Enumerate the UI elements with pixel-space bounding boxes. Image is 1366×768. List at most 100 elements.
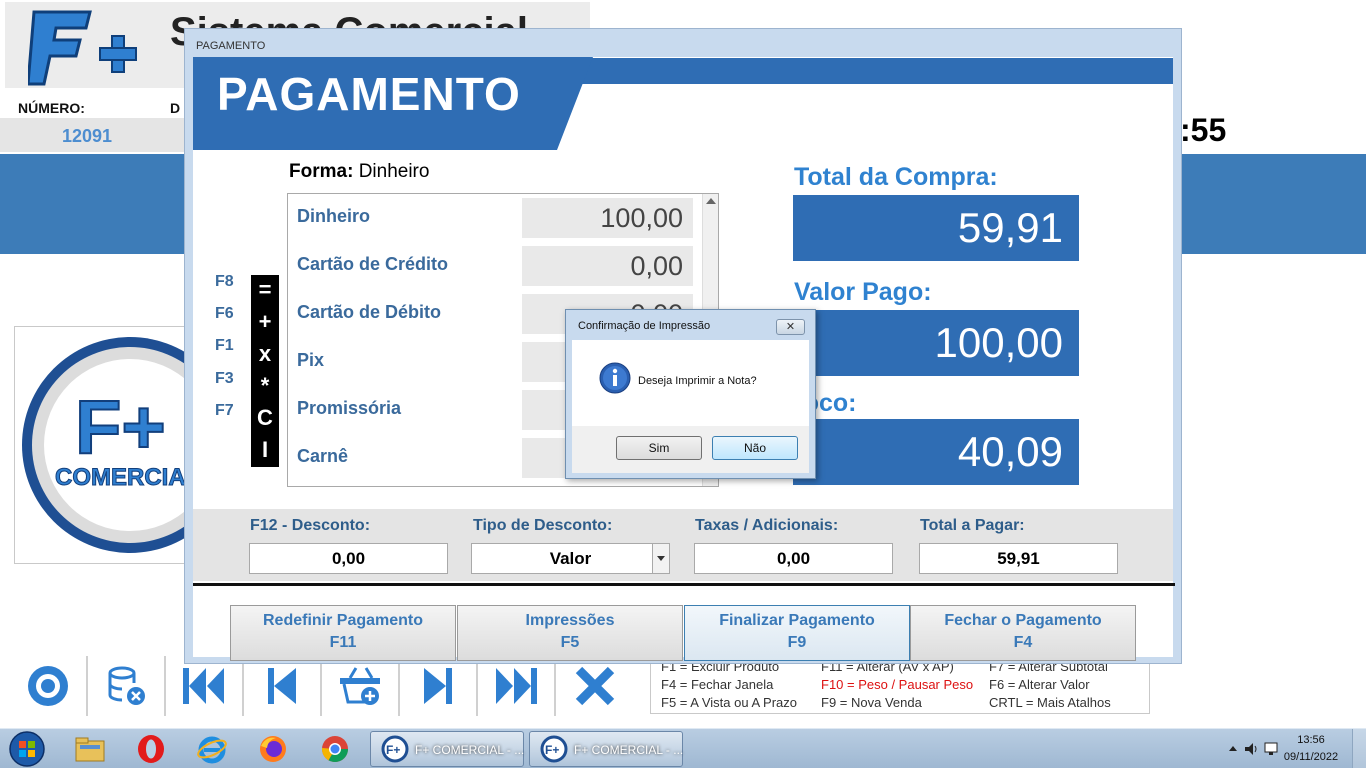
impressoes-button[interactable]: Impressões F5: [457, 605, 683, 661]
fkey-label: F1: [215, 337, 234, 354]
show-desktop-button[interactable]: [1352, 729, 1366, 768]
button-label: Redefinir Pagamento: [262, 612, 424, 629]
previous-icon: [268, 668, 296, 704]
operator-symbol: +: [258, 309, 272, 334]
firefox-pin[interactable]: [245, 731, 301, 767]
chevron-down-icon[interactable]: [652, 544, 669, 573]
numero-label: NÚMERO:: [18, 100, 85, 116]
fkey-label: F3: [215, 370, 234, 387]
window-titlebar[interactable]: PAGAMENTO: [185, 29, 1181, 57]
svg-text:F+: F+: [386, 743, 400, 757]
opera-icon: [138, 735, 164, 763]
total-pagar-label: Total a Pagar:: [920, 517, 1025, 534]
bottom-toolbar: [10, 656, 640, 716]
app-logo: [28, 10, 137, 86]
folder-icon: [75, 737, 105, 762]
button-label: Finalizar Pagamento: [719, 612, 875, 629]
tray-expand-icon[interactable]: [1228, 744, 1238, 754]
no-button[interactable]: Não: [712, 436, 798, 460]
method-label: Pix: [297, 350, 325, 370]
valor-pago-label: Valor Pago:: [794, 278, 932, 306]
yes-button[interactable]: Sim: [616, 436, 702, 460]
total-compra-label: Total da Compra:: [794, 163, 998, 191]
chrome-pin[interactable]: [307, 731, 363, 767]
record-button[interactable]: [10, 656, 88, 716]
next-record-button[interactable]: [400, 656, 478, 716]
method-row-dinheiro[interactable]: Dinheiro 100,00: [288, 194, 702, 242]
button-label: Fechar o Pagamento: [944, 612, 1102, 629]
redefinir-pagamento-button[interactable]: Redefinir Pagamento F11: [230, 605, 456, 661]
button-shortcut: F4: [1013, 634, 1033, 651]
shortcut-text: CRTL = Mais Atalhos: [989, 695, 1111, 710]
chrome-icon: [321, 736, 349, 763]
total-pagar-value: 59,91: [919, 543, 1118, 574]
forma-label: Forma:: [289, 161, 354, 182]
banner-title: PAGAMENTO: [217, 68, 521, 120]
divider: [193, 583, 1175, 586]
dialog-body: Deseja Imprimir a Nota?: [572, 340, 809, 426]
tipo-desconto-select[interactable]: Valor: [471, 543, 670, 574]
fechar-pagamento-button[interactable]: Fechar o Pagamento F4: [910, 605, 1136, 661]
volume-icon[interactable]: [1244, 741, 1260, 757]
total-compra-value: 59,91: [793, 195, 1079, 261]
basket-add-icon: [340, 667, 380, 705]
numero-value: 12091: [62, 126, 113, 146]
add-to-basket-button[interactable]: [322, 656, 400, 716]
tray-time[interactable]: 13:56: [1280, 734, 1342, 746]
method-label: Cartão de Débito: [297, 302, 442, 322]
tipo-desconto-label: Tipo de Desconto:: [473, 517, 613, 534]
button-shortcut: F9: [787, 634, 807, 651]
internet-explorer-icon: [197, 736, 227, 764]
info-icon: [599, 362, 631, 394]
ie-pin[interactable]: [184, 731, 240, 767]
next-icon: [424, 668, 452, 704]
network-icon[interactable]: [1264, 741, 1278, 757]
method-label: Carnê: [297, 446, 349, 466]
taxas-input[interactable]: 0,00: [694, 543, 893, 574]
dialog-close-button[interactable]: ✕: [776, 319, 805, 335]
firefox-icon: [260, 736, 286, 762]
forma-value: Dinheiro: [358, 161, 430, 182]
shortcut-text: F5 = A Vista ou A Prazo: [661, 695, 797, 710]
dialog-title: Confirmação de Impressão: [578, 320, 711, 332]
operator-symbol: I: [261, 437, 269, 462]
svg-text:F+: F+: [545, 743, 559, 757]
taskbar-app-button[interactable]: F+ F+ COMERCIAL - ...: [529, 731, 683, 767]
fplus-circle-logo: F+ COMERCIAL: [22, 337, 194, 553]
close-icon: ✕: [785, 321, 796, 333]
method-row-credito[interactable]: Cartão de Crédito 0,00: [288, 242, 702, 290]
operator-symbol-bar: = + x * C I: [251, 275, 279, 467]
scroll-up-arrow-icon[interactable]: [706, 198, 716, 204]
shortcut-text: F10 = Peso / Pausar Peso: [821, 677, 974, 692]
first-record-button[interactable]: [166, 656, 244, 716]
taskbar-app-button[interactable]: F+ F+ COMERCIAL - ...: [370, 731, 524, 767]
shortcut-text: F9 = Nova Venda: [821, 695, 922, 710]
fkey-label: F8: [215, 273, 234, 290]
dialog-footer: Sim Não: [572, 426, 809, 473]
finalizar-pagamento-button[interactable]: Finalizar Pagamento F9: [684, 605, 910, 661]
shortcut-text: F4 = Fechar Janela: [661, 677, 774, 692]
method-value-input[interactable]: 100,00: [522, 198, 693, 238]
fkey-label: F6: [215, 305, 234, 322]
explorer-pin[interactable]: [62, 731, 118, 767]
window-title: PAGAMENTO: [196, 40, 266, 52]
opera-pin[interactable]: [123, 731, 179, 767]
desconto-input[interactable]: 0,00: [249, 543, 448, 574]
cancel-button[interactable]: [556, 656, 634, 716]
tray-date[interactable]: 09/11/2022: [1280, 751, 1342, 763]
svg-text:COMERCIAL: COMERCIAL: [55, 464, 194, 491]
method-label: Dinheiro: [297, 206, 371, 226]
database-button[interactable]: [88, 656, 166, 716]
dialog-message: Deseja Imprimir a Nota?: [638, 375, 757, 387]
last-record-button[interactable]: [478, 656, 556, 716]
data-label: D: [170, 100, 181, 116]
forma-line: Forma: Dinheiro: [289, 161, 429, 183]
start-button[interactable]: [4, 730, 50, 768]
method-value-input[interactable]: 0,00: [522, 246, 693, 286]
desconto-label: F12 - Desconto:: [250, 517, 371, 534]
previous-record-button[interactable]: [244, 656, 322, 716]
operator-symbol: x: [258, 341, 272, 366]
valor-pago-value: 100,00: [793, 310, 1079, 376]
taxas-label: Taxas / Adicionais:: [695, 517, 839, 534]
taskbar-app-label: F+ COMERCIAL - ...: [415, 743, 525, 757]
